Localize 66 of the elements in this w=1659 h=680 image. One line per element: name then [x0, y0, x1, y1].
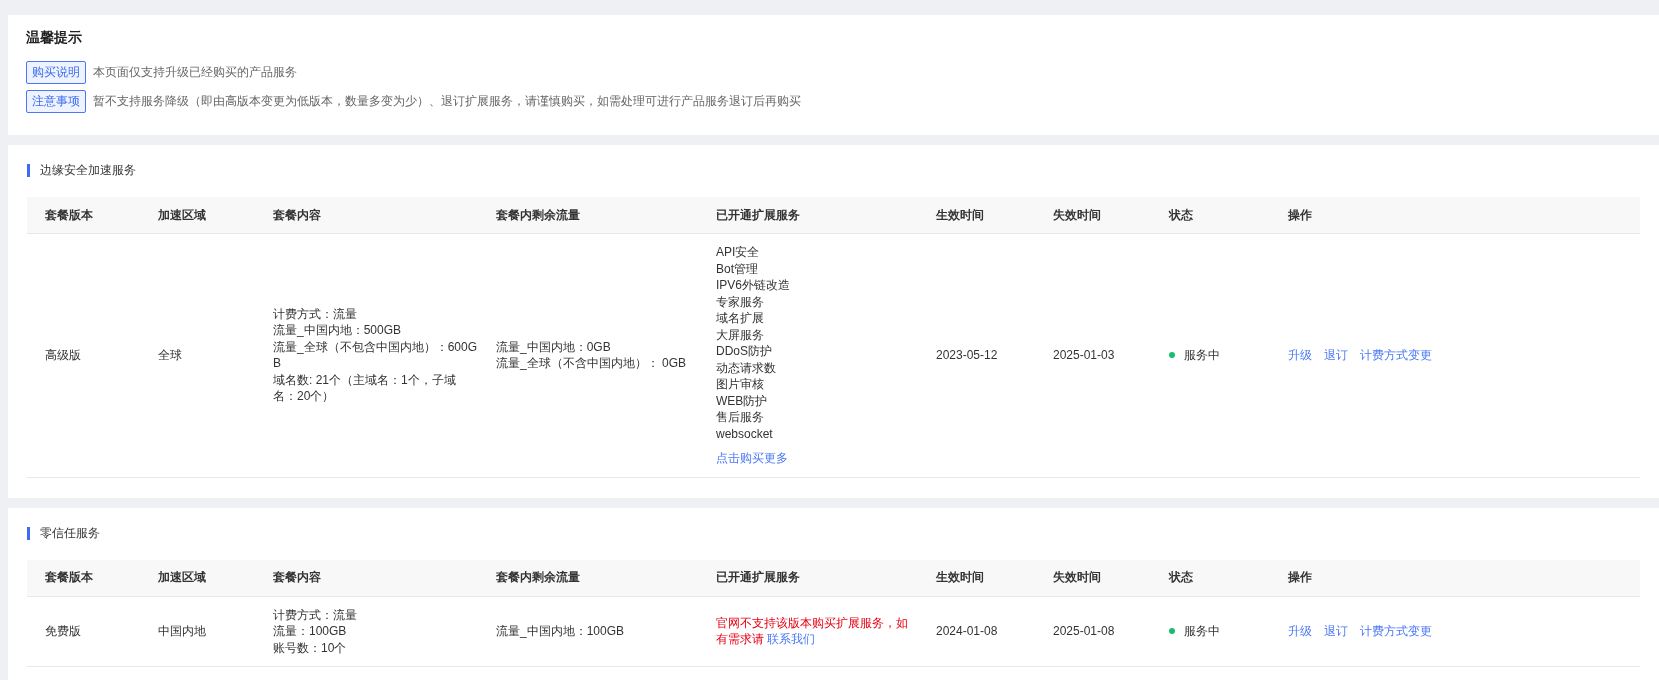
action-link[interactable]: 退订: [1324, 347, 1348, 364]
action-link[interactable]: 退订: [1324, 623, 1348, 640]
status-text: 服务中: [1184, 347, 1220, 364]
extension-service: IPV6外链改造: [716, 277, 791, 294]
package-detail: 流量：100GB: [273, 623, 348, 640]
table-cell: 免费版: [27, 596, 140, 667]
action-link[interactable]: 计费方式变更: [1360, 347, 1432, 364]
column-header: 已开通扩展服务: [698, 197, 918, 234]
column-header: 操作: [1270, 197, 1640, 234]
extension-service: 售后服务: [716, 409, 765, 426]
extension-service: API安全: [716, 244, 761, 261]
table-cell: 2024-01-08: [918, 596, 1035, 667]
column-header: 失效时间: [1035, 197, 1151, 234]
extension-service: 域名扩展: [716, 310, 765, 327]
column-header: 套餐内容: [255, 197, 478, 234]
extension-service: 动态请求数: [716, 359, 777, 376]
column-header: 操作: [1270, 559, 1640, 596]
column-header: 状态: [1151, 559, 1270, 596]
column-header: 加速区域: [140, 559, 255, 596]
remaining-traffic: 流量_全球（不含中国内地）： 0GB: [496, 355, 688, 372]
extension-service: WEB防护: [716, 392, 769, 409]
package-detail: 计费方式：流量: [273, 305, 358, 323]
package-detail: 流量_全球（不包含中国内地）：600GB: [273, 338, 478, 372]
column-header: 套餐内容: [255, 559, 478, 596]
extension-service: DDoS防护: [716, 343, 773, 360]
action-link[interactable]: 计费方式变更: [1360, 623, 1432, 640]
extension-service: 专家服务: [716, 293, 765, 310]
remaining-traffic: 流量_中国内地：0GB: [496, 338, 612, 356]
notice-title: 温馨提示: [26, 29, 82, 47]
section-title: 零信任服务: [27, 526, 100, 540]
unsupported-notice: 官网不支持该版本购买扩展服务，如有需求请 联系我们: [716, 615, 908, 647]
action-link[interactable]: 升级: [1288, 347, 1312, 364]
column-header: 套餐内剩余流量: [478, 559, 698, 596]
notice-text: 本页面仅支持升级已经购买的产品服务: [93, 64, 297, 81]
column-header: 生效时间: [918, 559, 1035, 596]
extension-service: 大屏服务: [716, 326, 765, 343]
buy-more-link[interactable]: 点击购买更多: [716, 450, 788, 467]
table-cell: 高级版: [27, 233, 140, 477]
notice-tag: 注意事项: [26, 90, 86, 113]
table-cell: 全球: [140, 233, 255, 477]
column-header: 状态: [1151, 197, 1270, 234]
column-header: 已开通扩展服务: [698, 559, 918, 596]
extension-service: Bot管理: [716, 260, 759, 277]
status-text: 服务中: [1184, 623, 1220, 640]
section-title: 边缘安全加速服务: [27, 164, 136, 177]
column-header: 套餐版本: [27, 559, 140, 596]
package-detail: 域名数: 21个（主域名：1个，子域名：20个）: [273, 371, 457, 405]
action-link[interactable]: 升级: [1288, 623, 1312, 640]
column-header: 加速区域: [140, 197, 255, 234]
notice-tag: 购买说明: [26, 61, 86, 84]
column-header: 失效时间: [1035, 559, 1151, 596]
extension-service: websocket: [716, 425, 774, 442]
column-header: 生效时间: [918, 197, 1035, 234]
package-detail: 账号数：10个: [273, 639, 348, 656]
remaining-traffic: 流量_中国内地：100GB: [496, 623, 626, 640]
table-cell: 2025-01-03: [1035, 233, 1151, 477]
column-header: 套餐内剩余流量: [478, 197, 698, 234]
package-detail: 计费方式：流量: [273, 606, 358, 623]
table-cell: 2025-01-08: [1035, 596, 1151, 667]
table-cell: 2023-05-12: [918, 233, 1035, 477]
extension-service: 图片审核: [716, 376, 765, 393]
package-detail: 流量_中国内地：500GB: [273, 322, 403, 339]
table-cell: 中国内地: [140, 596, 255, 667]
column-header: 套餐版本: [27, 197, 140, 234]
contact-link[interactable]: 联系我们: [767, 632, 816, 647]
notice-text: 暂不支持服务降级（即由高版本变更为低版本，数量多变为少）、退订扩展服务，请谨慎购买，如需处理可进行产品服务退订后再购买: [93, 93, 801, 110]
